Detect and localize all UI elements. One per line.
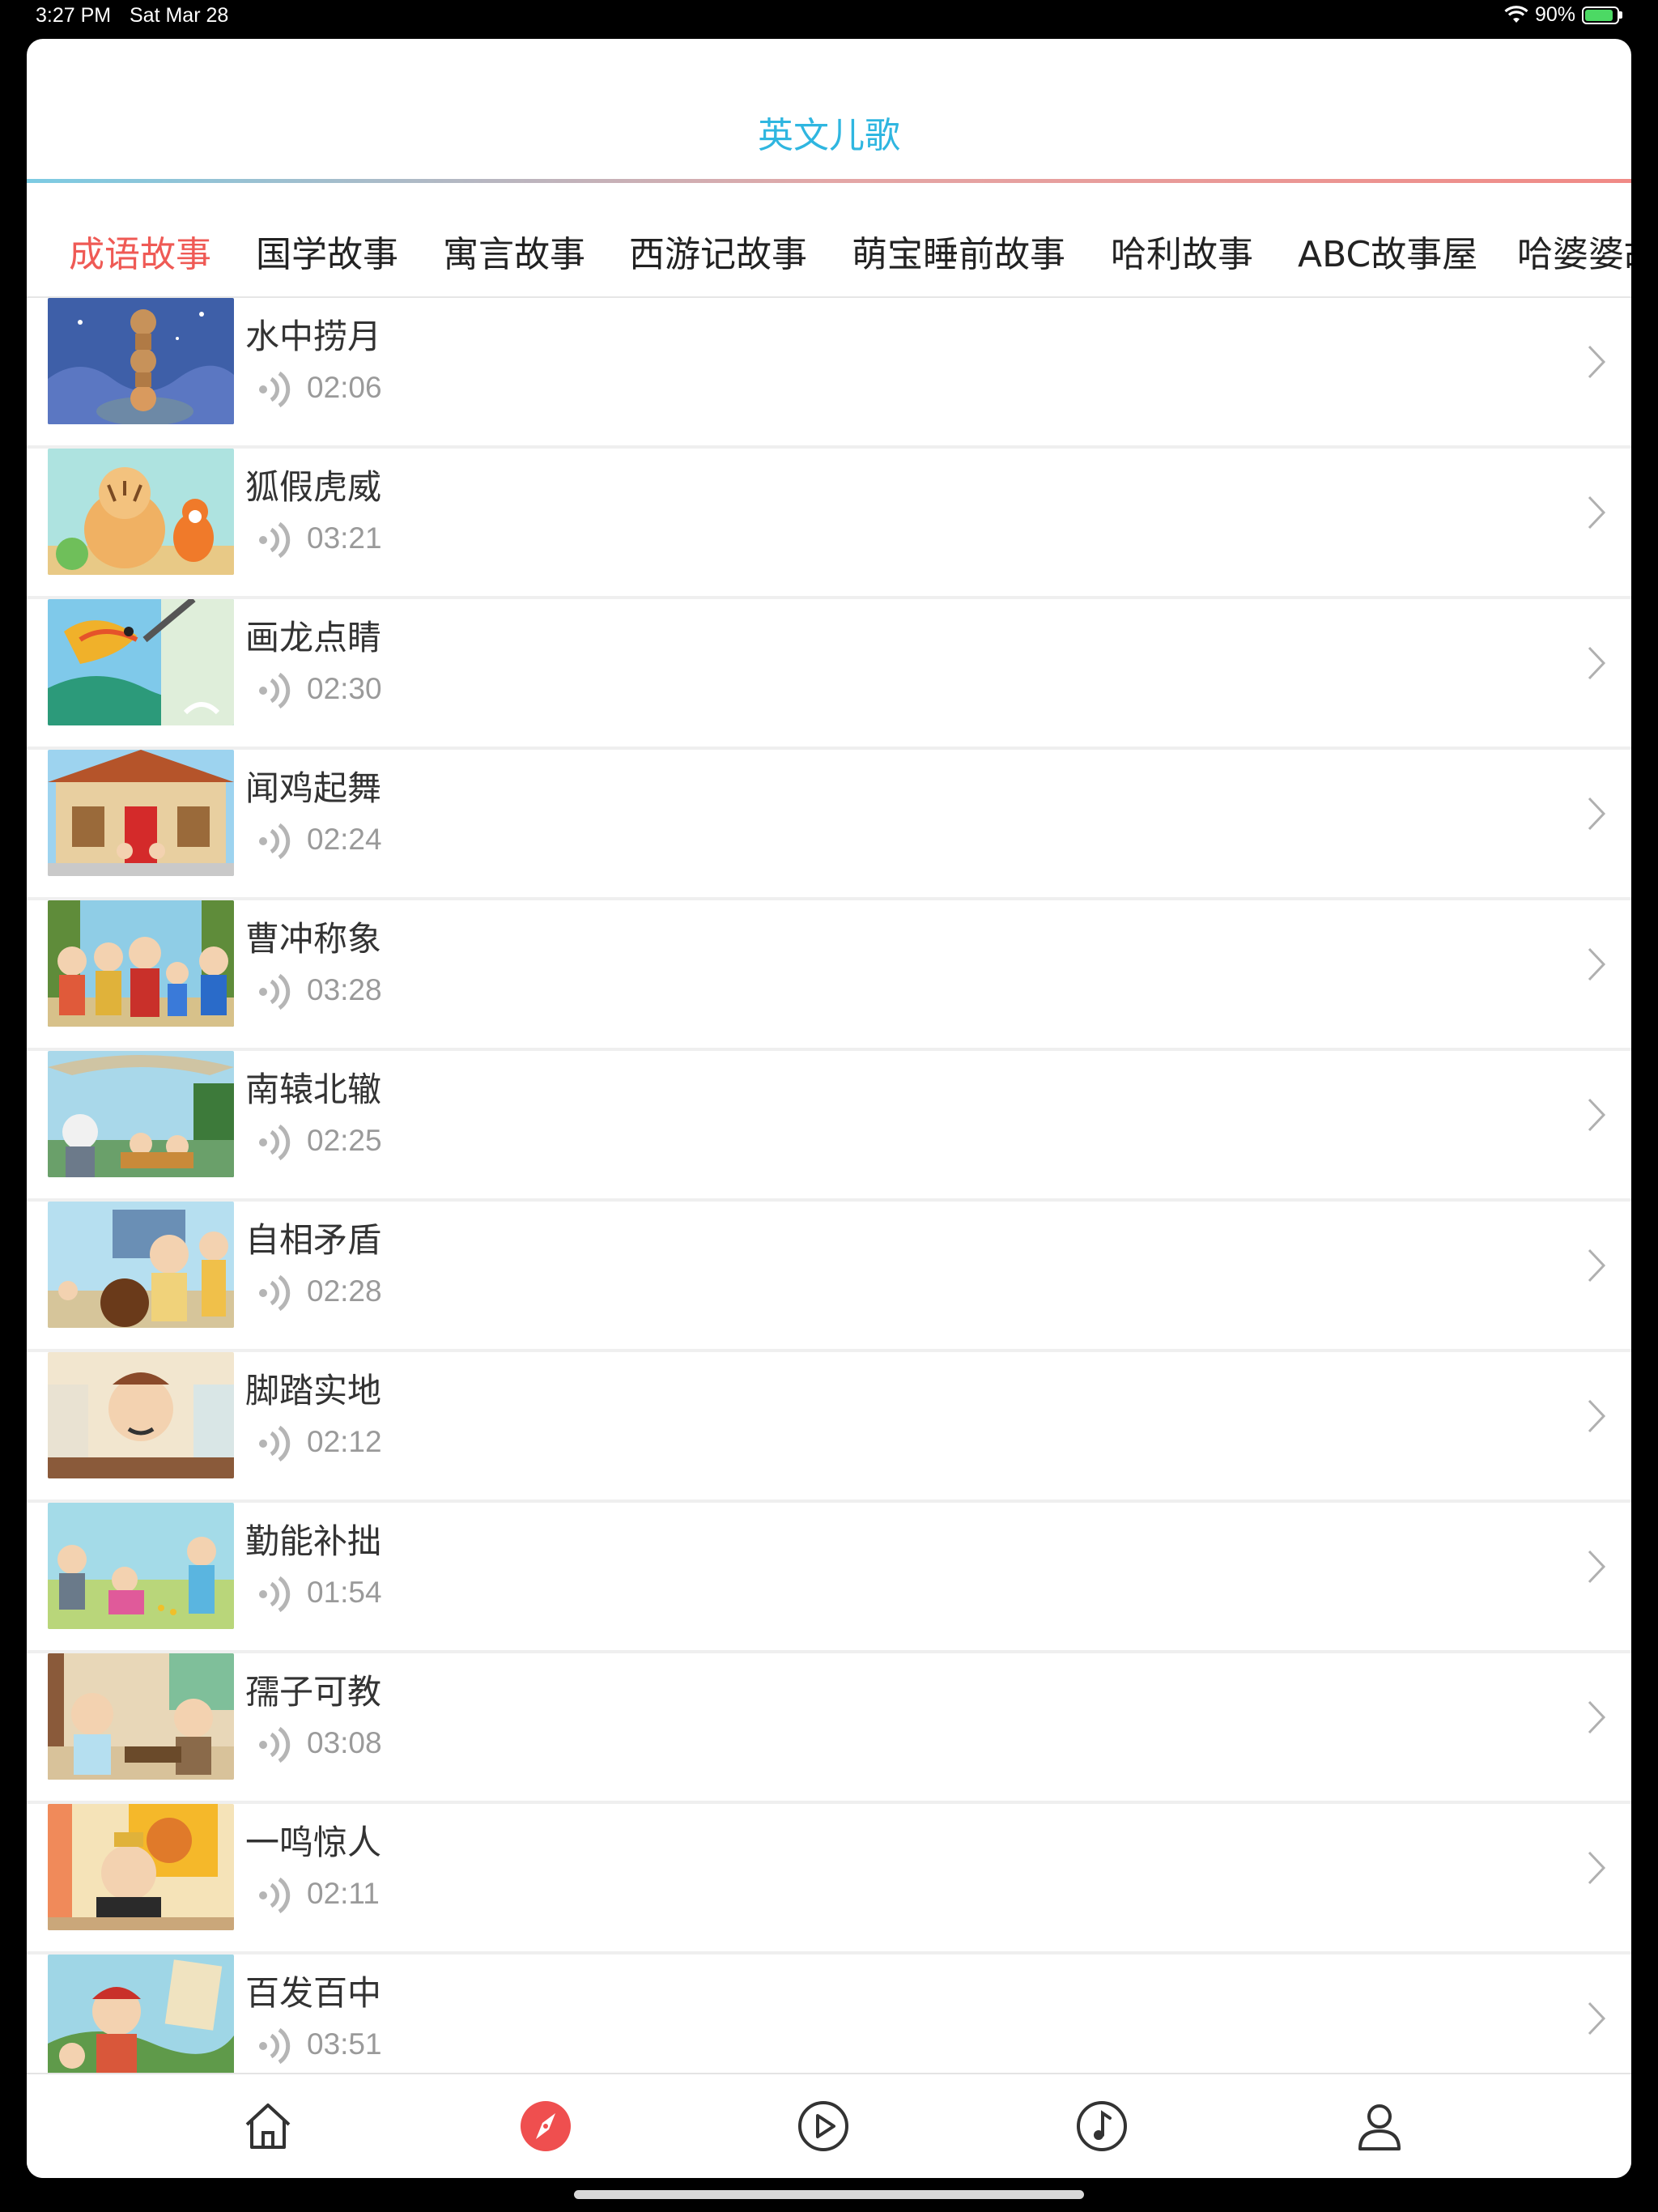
chevron-right-icon [1588, 2001, 1606, 2035]
story-duration: 02:24 [307, 823, 382, 856]
chevron-right-icon [1588, 1249, 1606, 1283]
story-row[interactable]: 一鸣惊人 02:11 [27, 1804, 1631, 1955]
story-thumbnail [48, 449, 234, 575]
story-thumbnail [48, 599, 234, 725]
story-row[interactable]: 曹冲称象 03:28 [27, 900, 1631, 1051]
story-title: 狐假虎威 [245, 467, 382, 507]
status-time: 3:27 PM [36, 4, 112, 27]
audio-icon [259, 521, 291, 559]
story-title: 一鸣惊人 [245, 1823, 382, 1862]
chevron-right-icon [1588, 1399, 1606, 1433]
navigation-header: 英文儿歌 [27, 39, 1631, 183]
status-bar: 3:27 PM Sat Mar 28 90% [0, 0, 1658, 37]
story-row[interactable]: 狐假虎威 03:21 [27, 449, 1631, 599]
play-icon[interactable] [796, 2099, 851, 2154]
story-thumbnail [48, 1352, 234, 1478]
story-row[interactable]: 画龙点睛 02:30 [27, 599, 1631, 750]
tab-guoxue-stories[interactable]: 国学故事 [256, 225, 398, 277]
audio-icon [259, 2027, 291, 2065]
audio-icon [259, 1726, 291, 1763]
status-indicators: 90% [1504, 3, 1622, 27]
tab-bedtime-stories[interactable]: 萌宝睡前故事 [852, 225, 1065, 277]
home-indicator [574, 2190, 1084, 2199]
story-duration: 03:21 [307, 521, 382, 555]
story-duration: 03:28 [307, 973, 382, 1006]
story-thumbnail [48, 1503, 234, 1629]
compass-icon[interactable] [518, 2099, 573, 2154]
battery-icon [1582, 6, 1622, 24]
story-row[interactable]: 脚踏实地 02:12 [27, 1352, 1631, 1503]
story-thumbnail [48, 1955, 234, 2081]
story-thumbnail [48, 1804, 234, 1930]
story-row[interactable]: 水中捞月 02:06 [27, 298, 1631, 449]
story-list: 水中捞月 02:06 狐假虎威 03:21 画龙点睛 02:30 闻鸡起舞 02… [27, 298, 1631, 2112]
audio-icon [259, 1274, 291, 1312]
story-duration: 02:06 [307, 371, 382, 404]
chevron-right-icon [1588, 1851, 1606, 1885]
story-duration: 02:28 [307, 1274, 382, 1308]
bottom-tab-bar [27, 2073, 1631, 2178]
story-thumbnail [48, 1653, 234, 1780]
story-row[interactable]: 孺子可教 03:08 [27, 1653, 1631, 1804]
story-row[interactable]: 南辕北辙 02:25 [27, 1051, 1631, 1202]
story-title: 水中捞月 [245, 317, 382, 356]
story-title: 孺子可教 [245, 1672, 382, 1712]
chevron-right-icon [1588, 496, 1606, 530]
story-title: 曹冲称象 [245, 919, 382, 959]
audio-icon [259, 1877, 291, 1914]
audio-icon [259, 973, 291, 1010]
story-thumbnail [48, 298, 234, 424]
status-date: Sat Mar 28 [130, 4, 229, 27]
story-duration: 02:30 [307, 672, 382, 705]
story-duration: 01:54 [307, 1576, 382, 1609]
audio-icon [259, 672, 291, 709]
audio-icon [259, 1124, 291, 1161]
story-title: 南辕北辙 [245, 1070, 382, 1109]
audio-icon [259, 1576, 291, 1613]
story-title: 百发百中 [245, 1973, 382, 2013]
story-thumbnail [48, 1051, 234, 1177]
story-thumbnail [48, 1202, 234, 1328]
tab-chengyu-stories[interactable]: 成语故事 [69, 225, 211, 277]
chevron-right-icon [1588, 345, 1606, 379]
story-duration: 03:51 [307, 2027, 382, 2061]
tab-harry-stories[interactable]: 哈利故事 [1111, 225, 1253, 277]
story-duration: 02:25 [307, 1124, 382, 1157]
story-title: 勤能补拙 [245, 1521, 382, 1561]
tab-grandma-ha-stories[interactable]: 哈婆婆故事 [1517, 225, 1631, 277]
tab-abc-story-house[interactable]: ABC故事屋 [1298, 225, 1477, 277]
chevron-right-icon [1588, 646, 1606, 680]
audio-icon [259, 371, 291, 408]
category-tab-bar[interactable]: 成语故事 国学故事 寓言故事 西游记故事 萌宝睡前故事 哈利故事 ABC故事屋 … [27, 183, 1631, 298]
battery-percent: 90% [1534, 3, 1575, 26]
app-window: 英文儿歌 成语故事 国学故事 寓言故事 西游记故事 萌宝睡前故事 哈利故事 AB… [27, 39, 1631, 2178]
home-icon[interactable] [240, 2099, 295, 2154]
chevron-right-icon [1588, 1098, 1606, 1132]
story-title: 画龙点睛 [245, 618, 382, 657]
profile-icon[interactable] [1352, 2099, 1407, 2154]
chevron-right-icon [1588, 797, 1606, 831]
page-title: 英文儿歌 [758, 115, 900, 156]
chevron-right-icon [1588, 1700, 1606, 1734]
music-icon[interactable] [1074, 2099, 1129, 2154]
story-duration: 03:08 [307, 1726, 382, 1759]
story-row[interactable]: 闻鸡起舞 02:24 [27, 750, 1631, 900]
tab-journey-west-stories[interactable]: 西游记故事 [629, 225, 807, 277]
story-row[interactable]: 自相矛盾 02:28 [27, 1202, 1631, 1352]
story-thumbnail [48, 900, 234, 1027]
wifi-icon [1504, 5, 1528, 23]
audio-icon [259, 823, 291, 860]
story-title: 脚踏实地 [245, 1371, 382, 1410]
audio-icon [259, 1425, 291, 1462]
story-duration: 02:11 [307, 1877, 380, 1910]
story-duration: 02:12 [307, 1425, 382, 1458]
story-title: 闻鸡起舞 [245, 768, 382, 808]
story-title: 自相矛盾 [245, 1220, 382, 1260]
story-row[interactable]: 勤能补拙 01:54 [27, 1503, 1631, 1653]
tab-fable-stories[interactable]: 寓言故事 [443, 225, 585, 277]
chevron-right-icon [1588, 947, 1606, 981]
story-thumbnail [48, 750, 234, 876]
chevron-right-icon [1588, 1550, 1606, 1584]
